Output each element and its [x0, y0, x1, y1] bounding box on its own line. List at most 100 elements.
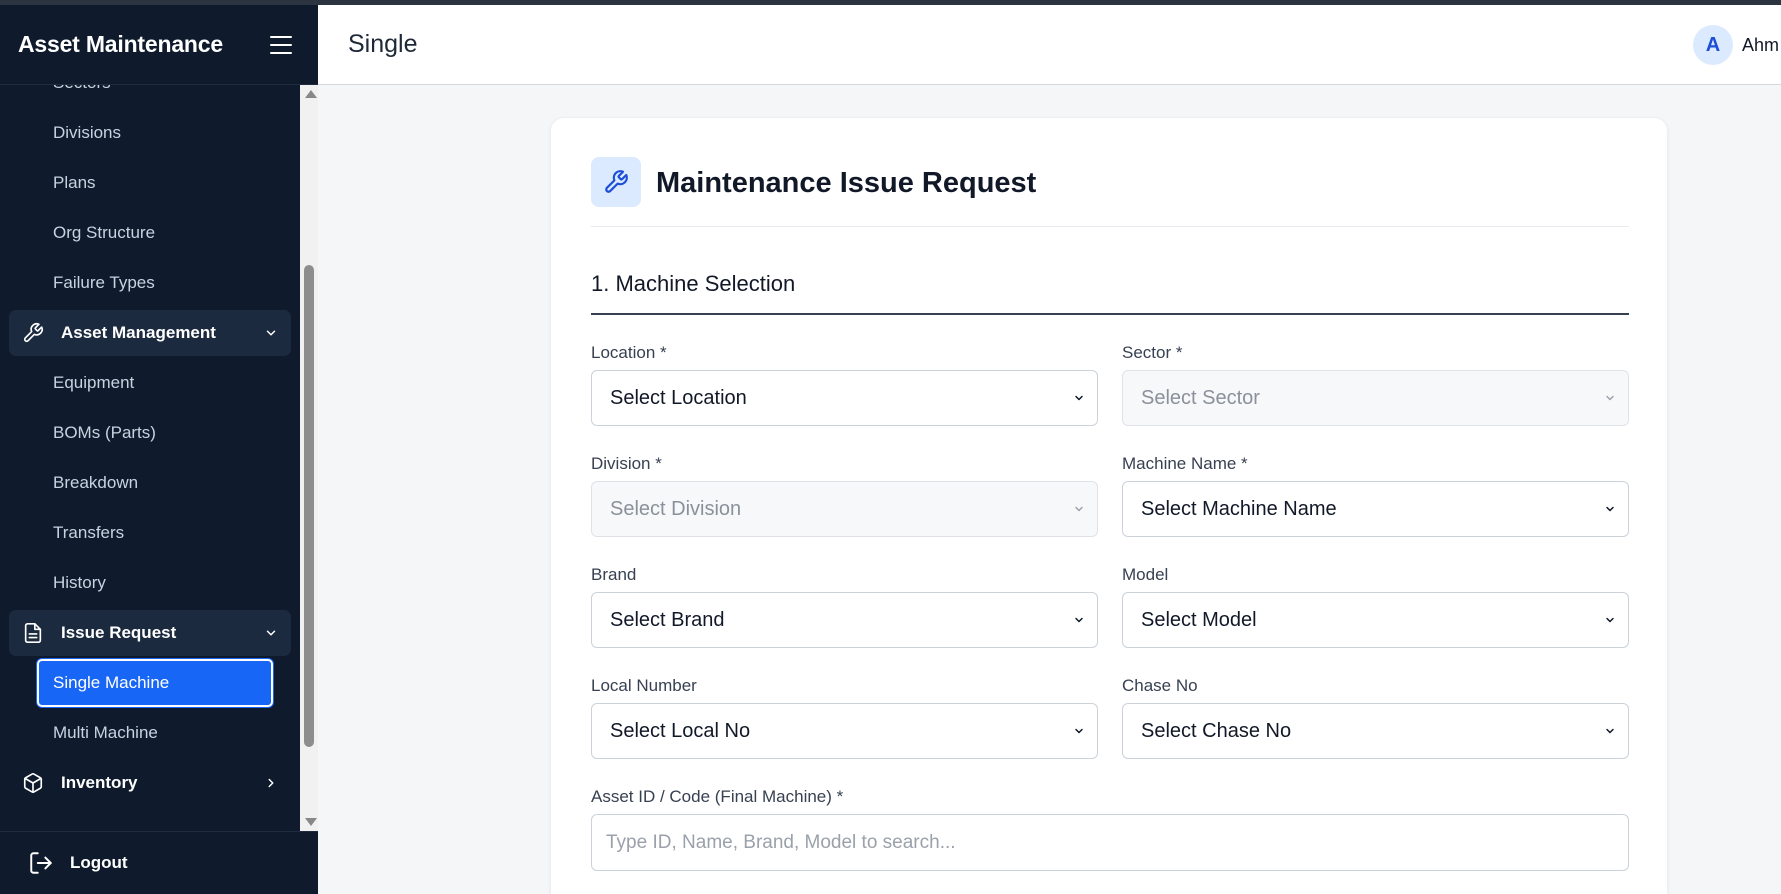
chase-no-field: Chase No Select Chase No	[1122, 676, 1629, 759]
chevron-down-icon	[1075, 617, 1083, 623]
machine-name-field: Machine Name * Select Machine Name	[1122, 454, 1629, 537]
issue-request-card: Maintenance Issue Request 1. Machine Sel…	[550, 117, 1668, 894]
chase-no-select[interactable]: Select Chase No	[1122, 703, 1629, 759]
top-header: Single A Ahm	[318, 5, 1781, 85]
model-value: Select Model	[1141, 608, 1257, 631]
sidebar-item-label: Single Machine	[53, 673, 170, 692]
local-number-label: Local Number	[591, 676, 697, 695]
model-select[interactable]: Select Model	[1122, 592, 1629, 648]
location-field: Location * Select Location	[591, 343, 1098, 426]
sidebar-item-label: Breakdown	[53, 473, 139, 492]
brand-title: Asset Maintenance	[18, 31, 223, 57]
sidebar-item-boms[interactable]: BOMs (Parts)	[0, 408, 300, 458]
chevron-down-icon	[263, 625, 279, 641]
brand-value: Select Brand	[610, 608, 725, 631]
sector-label: Sector *	[1122, 343, 1183, 362]
sidebar-item-label: Org Structure	[53, 223, 156, 242]
chevron-down-icon	[1606, 506, 1614, 512]
brand-label: Brand	[591, 565, 637, 584]
wrench-icon	[21, 321, 45, 345]
logout-label: Logout	[70, 853, 128, 872]
sector-field: Sector * Select Sector	[1122, 343, 1629, 426]
menu-toggle-icon[interactable]	[270, 35, 292, 54]
sidebar-item-label: Equipment	[53, 373, 135, 392]
chevron-down-icon	[1075, 728, 1083, 734]
form-title: Maintenance Issue Request	[656, 167, 1037, 199]
chase-no-label: Chase No	[1122, 676, 1198, 695]
sidebar-item-plans[interactable]: Plans	[0, 158, 300, 208]
scroll-up-arrow-icon[interactable]	[305, 90, 317, 98]
card-header: Maintenance Issue Request	[591, 157, 1629, 227]
section-title: 1. Machine Selection	[591, 271, 1629, 315]
sidebar-item-equipment[interactable]: Equipment	[0, 358, 300, 408]
sidebar-group-label: Asset Management	[61, 323, 216, 342]
location-value: Select Location	[610, 386, 747, 409]
machine-name-label: Machine Name *	[1122, 454, 1248, 473]
sidebar-item-label: Failure Types	[53, 273, 155, 292]
machine-name-value: Select Machine Name	[1141, 497, 1337, 520]
sidebar-item-label: Multi Machine	[53, 723, 158, 742]
sidebar-item-divisions[interactable]: Divisions	[0, 108, 300, 158]
chevron-down-icon	[1075, 506, 1083, 512]
sidebar-item-sectors[interactable]: Sectors	[0, 85, 300, 108]
sidebar-item-label: Sectors	[53, 85, 111, 93]
model-label: Model	[1122, 565, 1169, 584]
sidebar-item-failure-types[interactable]: Failure Types	[0, 258, 300, 308]
division-label: Division *	[591, 454, 662, 473]
avatar[interactable]: A	[1693, 25, 1733, 65]
division-select: Select Division	[591, 481, 1098, 537]
division-value: Select Division	[610, 497, 742, 520]
sidebar-nav: Sectors Divisions Plans Org Structure Fa…	[0, 85, 300, 831]
location-select[interactable]: Select Location	[591, 370, 1098, 426]
sidebar-group-inventory[interactable]: Inventory	[9, 760, 291, 806]
machine-name-select[interactable]: Select Machine Name	[1122, 481, 1629, 537]
local-number-select[interactable]: Select Local No	[591, 703, 1098, 759]
sidebar-item-label: BOMs (Parts)	[53, 423, 156, 442]
sidebar-item-org-structure[interactable]: Org Structure	[0, 208, 300, 258]
top-strip	[0, 0, 1781, 5]
logout-icon	[28, 850, 54, 876]
model-field: Model Select Model	[1122, 565, 1629, 648]
sidebar-item-breakdown[interactable]: Breakdown	[0, 458, 300, 508]
sidebar-item-single-machine[interactable]: Single Machine	[36, 658, 274, 708]
scroll-down-arrow-icon[interactable]	[305, 818, 317, 826]
chevron-down-icon	[1606, 728, 1614, 734]
sidebar-scrollbar[interactable]	[300, 85, 318, 831]
chevron-down-icon	[1075, 395, 1083, 401]
chase-no-value: Select Chase No	[1141, 719, 1292, 742]
asset-id-search-input[interactable]: Type ID, Name, Brand, Model to search...	[591, 814, 1629, 871]
sidebar-group-label: Issue Request	[61, 623, 177, 642]
sidebar-group-issue-request[interactable]: Issue Request	[9, 610, 291, 656]
sidebar-item-label: Divisions	[53, 123, 122, 142]
asset-id-field: Asset ID / Code (Final Machine) * Type I…	[591, 787, 1629, 871]
chevron-down-icon	[1606, 395, 1614, 401]
asset-id-label: Asset ID / Code (Final Machine) *	[591, 787, 844, 806]
user-menu[interactable]: A Ahm	[1693, 25, 1779, 65]
sidebar-brand: Asset Maintenance	[0, 5, 318, 85]
box-icon	[21, 771, 45, 795]
document-icon	[21, 621, 45, 645]
page-title: Single	[348, 30, 418, 58]
wrench-icon	[591, 157, 641, 207]
sidebar-item-transfers[interactable]: Transfers	[0, 508, 300, 558]
division-field: Division * Select Division	[591, 454, 1098, 537]
chevron-down-icon	[1606, 617, 1614, 623]
location-label: Location *	[591, 343, 667, 362]
sector-value: Select Sector	[1141, 386, 1260, 409]
user-name: Ahm	[1742, 34, 1780, 55]
local-number-field: Local Number Select Local No	[591, 676, 1098, 759]
sidebar-group-asset-management[interactable]: Asset Management	[9, 310, 291, 356]
sidebar: Asset Maintenance Sectors Divisions Plan…	[0, 5, 318, 894]
sidebar-group-label: Inventory	[61, 773, 138, 792]
logout-button[interactable]: Logout	[0, 831, 318, 894]
asset-id-placeholder: Type ID, Name, Brand, Model to search...	[606, 831, 956, 853]
sidebar-item-history[interactable]: History	[0, 558, 300, 608]
sidebar-item-label: Transfers	[53, 523, 125, 542]
sidebar-item-multi-machine[interactable]: Multi Machine	[0, 708, 300, 758]
brand-field: Brand Select Brand	[591, 565, 1098, 648]
chevron-down-icon	[263, 325, 279, 341]
brand-select[interactable]: Select Brand	[591, 592, 1098, 648]
sidebar-item-label: Plans	[53, 173, 96, 192]
scrollbar-thumb[interactable]	[304, 265, 314, 747]
local-number-value: Select Local No	[610, 719, 751, 742]
